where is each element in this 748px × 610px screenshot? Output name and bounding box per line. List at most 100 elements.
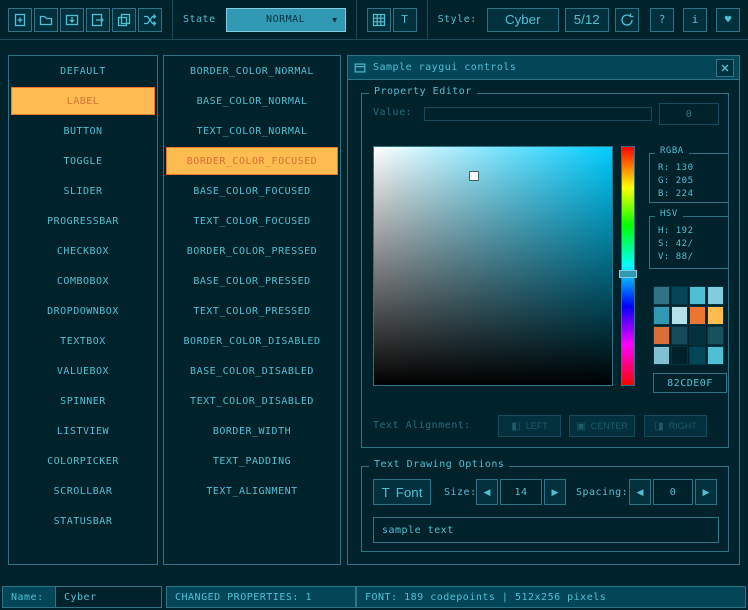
state-dropdown[interactable]: NORMAL ▼ <box>226 8 346 32</box>
toolbar-separator <box>172 0 173 39</box>
control-item-checkbox[interactable]: CHECKBOX <box>9 236 157 266</box>
property-item-base_color_focused[interactable]: BASE_COLOR_FOCUSED <box>164 176 340 206</box>
window-close-button[interactable] <box>716 59 734 77</box>
size-value: 14 <box>514 487 527 498</box>
value-slider[interactable] <box>424 107 652 121</box>
property-item-base_color_disabled[interactable]: BASE_COLOR_DISABLED <box>164 356 340 386</box>
spacing-increase-button[interactable]: ▶ <box>695 479 717 505</box>
hsv-title: HSV <box>655 209 683 219</box>
property-item-text_color_disabled[interactable]: TEXT_COLOR_DISABLED <box>164 386 340 416</box>
style-table-button[interactable] <box>367 8 391 32</box>
font-editor-button[interactable]: T <box>393 8 417 32</box>
value-label: Value: <box>373 107 412 118</box>
control-item-valuebox[interactable]: VALUEBOX <box>9 356 157 386</box>
color-swatch[interactable] <box>671 346 688 365</box>
size-value-box[interactable]: 14 <box>500 479 542 505</box>
control-item-toggle[interactable]: TOGGLE <box>9 146 157 176</box>
file-new-button[interactable] <box>8 8 32 32</box>
properties-list: BORDER_COLOR_NORMALBASE_COLOR_NORMALTEXT… <box>163 55 341 565</box>
control-item-combobox[interactable]: COMBOBOX <box>9 266 157 296</box>
color-picker-cursor[interactable] <box>470 172 478 180</box>
align-center-button[interactable]: ▣ CENTER <box>569 415 635 437</box>
color-swatch[interactable] <box>653 326 670 345</box>
color-swatch[interactable] <box>653 286 670 305</box>
control-item-spinner[interactable]: SPINNER <box>9 386 157 416</box>
property-item-text_padding[interactable]: TEXT_PADDING <box>164 446 340 476</box>
sample-text-value: sample text <box>382 525 454 536</box>
control-item-default[interactable]: DEFAULT <box>9 56 157 86</box>
control-item-textbox[interactable]: TEXTBOX <box>9 326 157 356</box>
align-right-button[interactable]: ◨ RIGHT <box>644 415 707 437</box>
style-name-input[interactable]: Cyber <box>55 586 162 608</box>
color-picker-panel[interactable] <box>373 146 613 386</box>
color-swatch[interactable] <box>707 286 724 305</box>
font-info-status: FONT: 189 codepoints | 512x256 pixels <box>356 586 746 608</box>
color-swatch[interactable] <box>707 306 724 325</box>
color-swatch[interactable] <box>653 306 670 325</box>
reload-style-button[interactable] <box>615 8 639 32</box>
help-button[interactable]: ? <box>650 8 674 32</box>
color-swatch[interactable] <box>689 306 706 325</box>
property-item-border_color_disabled[interactable]: BORDER_COLOR_DISABLED <box>164 326 340 356</box>
control-item-slider[interactable]: SLIDER <box>9 176 157 206</box>
color-swatch[interactable] <box>707 326 724 345</box>
spacing-decrease-button[interactable]: ◀ <box>629 479 651 505</box>
color-swatch[interactable] <box>707 346 724 365</box>
hue-slider-handle[interactable] <box>619 270 637 278</box>
sponsor-button[interactable]: ♥ <box>716 8 740 32</box>
control-item-progressbar[interactable]: PROGRESSBAR <box>9 206 157 236</box>
color-swatch[interactable] <box>689 346 706 365</box>
property-item-text_color_pressed[interactable]: TEXT_COLOR_PRESSED <box>164 296 340 326</box>
random-style-button[interactable] <box>138 8 162 32</box>
style-index-button[interactable]: 5/12 <box>565 8 609 32</box>
color-swatch[interactable] <box>671 286 688 305</box>
text-tool-icon: T <box>401 13 408 26</box>
control-item-colorpicker[interactable]: COLORPICKER <box>9 446 157 476</box>
control-item-label[interactable]: LABEL <box>11 87 155 115</box>
grid-icon <box>371 12 387 28</box>
property-item-base_color_pressed[interactable]: BASE_COLOR_PRESSED <box>164 266 340 296</box>
size-increase-button[interactable]: ▶ <box>544 479 566 505</box>
property-item-border_width[interactable]: BORDER_WIDTH <box>164 416 340 446</box>
save-file-button[interactable] <box>60 8 84 32</box>
copy-style-button[interactable] <box>112 8 136 32</box>
spacing-value-box[interactable]: 0 <box>653 479 693 505</box>
size-decrease-button[interactable]: ◀ <box>476 479 498 505</box>
color-swatch[interactable] <box>671 306 688 325</box>
window-titlebar[interactable]: Sample raygui controls <box>348 56 739 80</box>
control-item-listview[interactable]: LISTVIEW <box>9 416 157 446</box>
control-item-dropdownbox[interactable]: DROPDOWNBOX <box>9 296 157 326</box>
color-swatch[interactable] <box>671 326 688 345</box>
help-icon: ? <box>659 13 666 26</box>
font-button[interactable]: T Font <box>373 479 431 505</box>
export-file-button[interactable] <box>86 8 110 32</box>
about-button[interactable]: i <box>683 8 707 32</box>
control-item-statusbar[interactable]: STATUSBAR <box>9 506 157 536</box>
state-dropdown-value: NORMAL <box>266 14 305 25</box>
changed-properties-status: CHANGED PROPERTIES: 1 <box>166 586 356 608</box>
property-item-base_color_normal[interactable]: BASE_COLOR_NORMAL <box>164 86 340 116</box>
property-item-border_color_pressed[interactable]: BORDER_COLOR_PRESSED <box>164 236 340 266</box>
color-swatch[interactable] <box>689 326 706 345</box>
value-box[interactable]: 0 <box>659 103 719 125</box>
align-left-button[interactable]: ◧ LEFT <box>498 415 561 437</box>
color-swatch[interactable] <box>653 346 670 365</box>
rgba-r-value: R: 130 <box>658 162 728 175</box>
reload-icon <box>619 12 635 28</box>
align-right-icon: ◨ <box>654 421 663 432</box>
control-item-button[interactable]: BUTTON <box>9 116 157 146</box>
property-item-text_alignment[interactable]: TEXT_ALIGNMENT <box>164 476 340 506</box>
sample-text-input[interactable]: sample text <box>373 517 719 543</box>
align-center-icon: ▣ <box>576 421 585 432</box>
align-left-label: LEFT <box>526 421 548 431</box>
control-item-scrollbar[interactable]: SCROLLBAR <box>9 476 157 506</box>
property-item-text_color_focused[interactable]: TEXT_COLOR_FOCUSED <box>164 206 340 236</box>
color-swatch[interactable] <box>689 286 706 305</box>
property-item-text_color_normal[interactable]: TEXT_COLOR_NORMAL <box>164 116 340 146</box>
open-file-button[interactable] <box>34 8 58 32</box>
property-item-border_color_focused[interactable]: BORDER_COLOR_FOCUSED <box>166 147 338 175</box>
property-item-border_color_normal[interactable]: BORDER_COLOR_NORMAL <box>164 56 340 86</box>
style-name-button[interactable]: Cyber <box>487 8 559 32</box>
hex-color-input[interactable]: 82CDE0F <box>653 373 727 393</box>
hue-slider[interactable] <box>621 146 635 386</box>
